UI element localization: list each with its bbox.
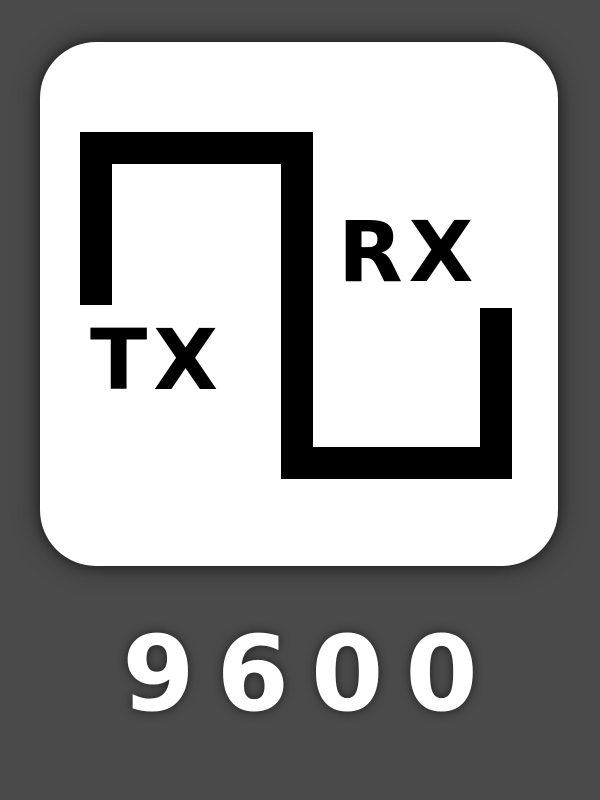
app-icon-stage: TX RX 9600 [0, 0, 600, 800]
baud-rate-label: 9600 [122, 613, 500, 735]
app-icon-tile[interactable] [40, 42, 558, 566]
tx-label: TX [90, 311, 225, 409]
rx-label: RX [338, 203, 480, 301]
